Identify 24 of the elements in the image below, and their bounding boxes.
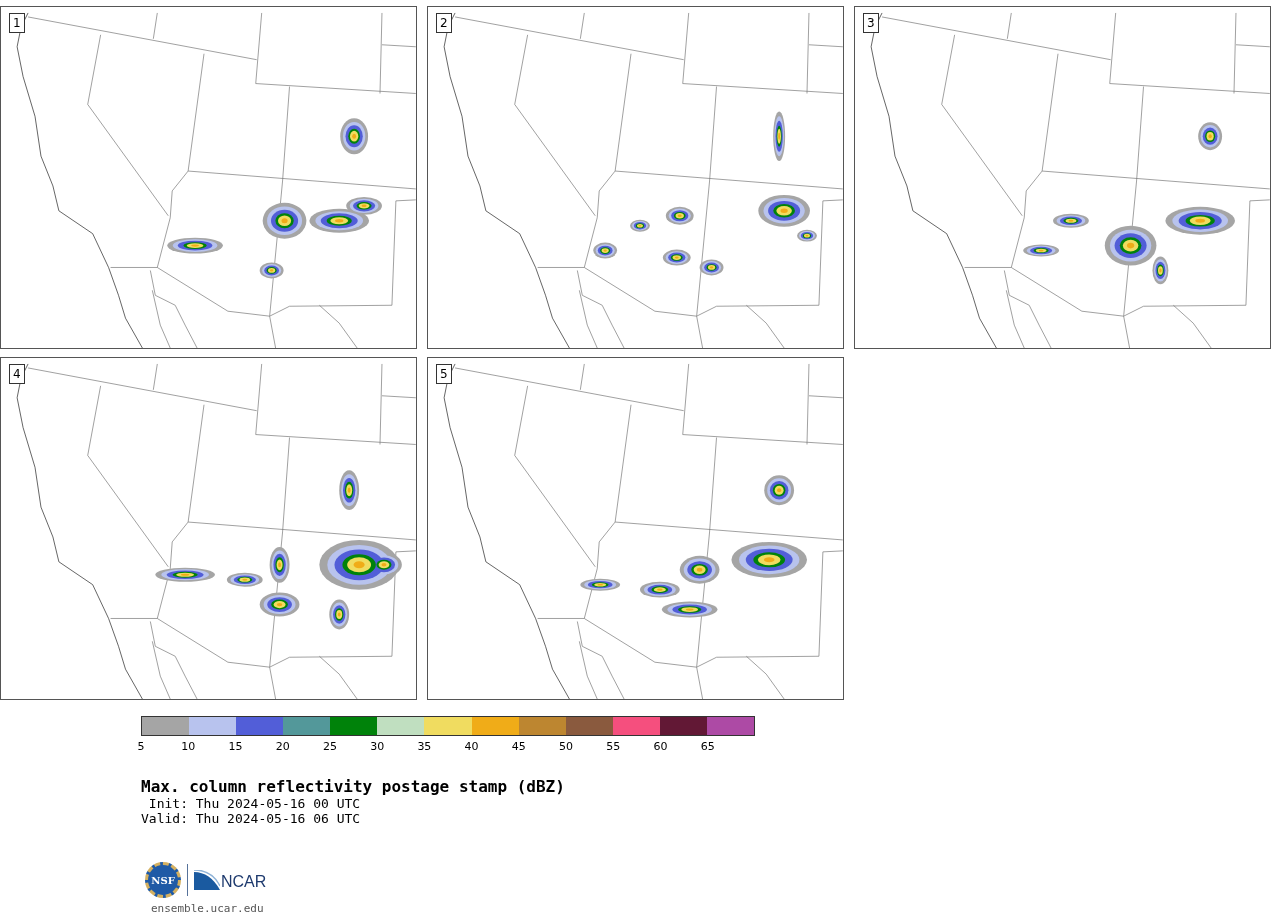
panel-number: 2 — [436, 13, 452, 33]
tick-label: 35 — [417, 740, 432, 753]
nsf-seal-logo: NSF — [145, 862, 181, 898]
tick-label: 15 — [228, 740, 243, 753]
tick-label: 5 — [137, 740, 145, 753]
tick-label: 45 — [511, 740, 526, 753]
website-url: ensemble.ucar.edu — [151, 902, 265, 915]
tick-label: 30 — [370, 740, 385, 753]
panel-number: 3 — [863, 13, 879, 33]
tick-label: 40 — [464, 740, 479, 753]
init-time: Init: Thu 2024-05-16 00 UTC — [147, 796, 362, 811]
figure-title: Max. column reflectivity postage stamp (dBZ) — [141, 778, 566, 796]
tick-label: 65 — [700, 740, 715, 753]
panel-number: 4 — [9, 364, 25, 384]
tick-label: 60 — [653, 740, 668, 753]
panel-number: 1 — [9, 13, 25, 33]
panel-number: 5 — [436, 364, 452, 384]
tick-label: 55 — [606, 740, 621, 753]
valid-time: Valid: Thu 2024-05-16 06 UTC — [141, 811, 362, 826]
tick-label: 50 — [559, 740, 574, 753]
tick-label: 10 — [181, 740, 196, 753]
tick-label: 20 — [275, 740, 290, 753]
tick-label: 25 — [322, 740, 337, 753]
ncar-logo: NCAR — [194, 870, 267, 890]
